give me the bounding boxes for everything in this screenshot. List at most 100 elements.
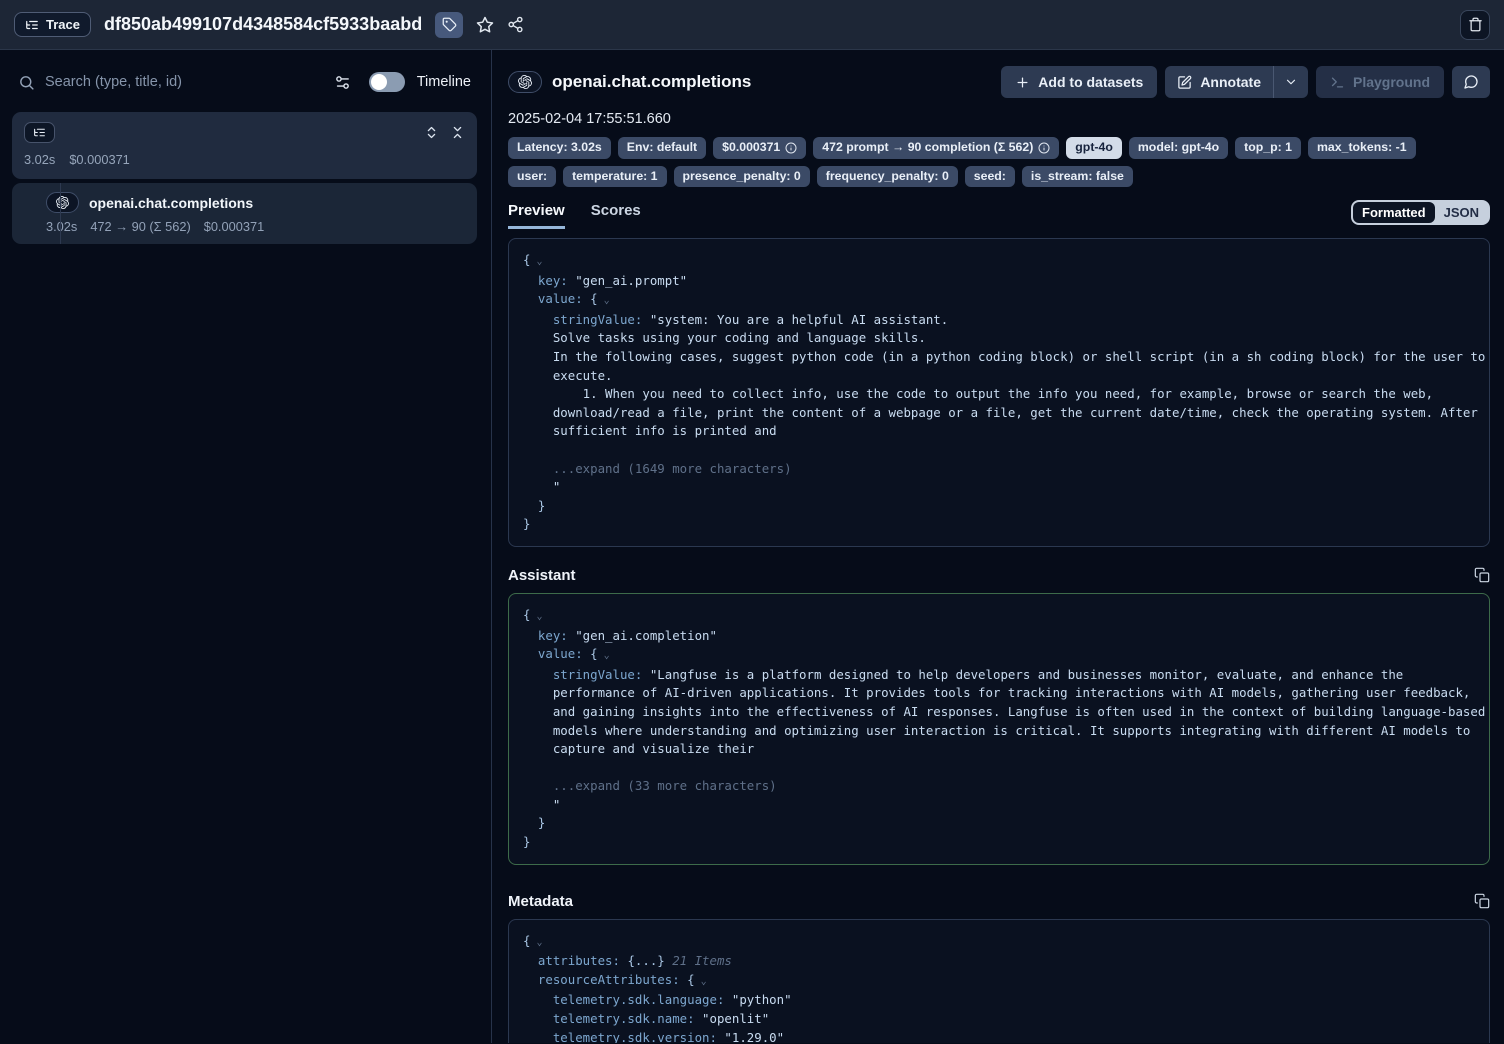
tab-bar: Preview Scores Formatted JSON <box>508 200 1490 229</box>
json-string: "system: You are a helpful AI assistant. <box>650 312 948 327</box>
json-key: stringValue: <box>523 312 650 327</box>
delete-trace-button[interactable] <box>1460 10 1490 40</box>
format-toggle-formatted[interactable]: Formatted <box>1353 202 1435 223</box>
collapse-toggle-icon[interactable]: ⌄ <box>695 976 707 987</box>
list-tree-icon <box>25 18 39 32</box>
share-button[interactable] <box>507 16 524 33</box>
parameter-badges-row-2: user:temperature: 1presence_penalty: 0fr… <box>508 166 1490 188</box>
json-key: telemetry.sdk.language: <box>523 992 732 1007</box>
search-icon <box>18 74 35 91</box>
tab-preview[interactable]: Preview <box>508 202 565 229</box>
search-input[interactable] <box>45 74 324 90</box>
tree-indent-guide <box>60 183 61 244</box>
json-string: capture and visualize their <box>523 741 754 756</box>
observation-type-badge <box>46 192 79 213</box>
metadata-section-header: Metadata <box>508 893 1490 910</box>
param-badge: Env: default <box>618 137 706 159</box>
copy-metadata-button[interactable] <box>1474 893 1490 909</box>
star-icon <box>476 16 494 34</box>
param-badge: seed: <box>965 166 1015 188</box>
json-string: models where understanding and optimizin… <box>523 723 1470 738</box>
observation-cost: $0.000371 <box>204 219 265 234</box>
collapse-toggle-icon[interactable]: ⌄ <box>598 650 610 661</box>
json-punctuation: } <box>523 498 545 513</box>
json-string: "gen_ai.completion" <box>575 628 717 643</box>
comments-button[interactable] <box>1452 66 1490 98</box>
json-key: stringValue: <box>523 667 650 682</box>
json-string: Solve tasks using your coding and langua… <box>523 330 926 345</box>
observation-detail-panel: openai.chat.completions Add to datasets … <box>492 50 1504 1043</box>
param-badge: 472 prompt → 90 completion (Σ 562) <box>813 137 1059 159</box>
metadata-json-viewer: { ⌄ attributes: {...} 21 Items resourceA… <box>508 919 1490 1043</box>
json-punctuation: } <box>523 834 530 849</box>
collapse-toggle-icon[interactable]: ⌄ <box>530 937 542 948</box>
prompt-json-viewer: { ⌄ key: "gen_ai.prompt" value: { ⌄ stri… <box>508 238 1490 547</box>
observation-timestamp: 2025-02-04 17:55:51.660 <box>508 111 1490 127</box>
json-key: resourceAttributes: <box>523 972 687 987</box>
assistant-section-header: Assistant <box>508 567 1490 584</box>
json-string: "python" <box>732 992 792 1007</box>
param-badge: Latency: 3.02s <box>508 137 611 159</box>
json-key: value: <box>523 646 590 661</box>
json-string: "Langfuse is a platform designed to help… <box>650 667 1403 682</box>
json-key: telemetry.sdk.name: <box>523 1011 702 1026</box>
expand-link[interactable]: ...expand (1649 more characters) <box>523 461 792 476</box>
trace-node-badge <box>24 122 55 143</box>
param-badge: frequency_penalty: 0 <box>817 166 958 188</box>
observation-row-selected[interactable]: openai.chat.completions 3.02s 472 → 90 (… <box>12 183 477 244</box>
info-icon <box>785 142 797 154</box>
bookmark-star-button[interactable] <box>476 16 494 34</box>
param-badge: $0.000371 <box>713 137 806 159</box>
timeline-toggle[interactable] <box>369 72 405 92</box>
info-icon <box>1038 142 1050 154</box>
json-string: In the following cases, suggest python c… <box>523 349 1485 364</box>
collapse-toggle-icon[interactable]: ⌄ <box>530 256 542 267</box>
trace-node-card[interactable]: 3.02s $0.000371 <box>12 112 477 179</box>
chevron-down-icon <box>1284 75 1298 89</box>
param-badge: presence_penalty: 0 <box>674 166 810 188</box>
chevrons-down-up-icon <box>450 125 465 140</box>
model-badge[interactable]: gpt-4o <box>1066 137 1122 159</box>
collapse-toggle-icon[interactable]: ⌄ <box>598 295 610 306</box>
json-string: " <box>523 797 560 812</box>
json-string: sufficient info is printed and <box>523 423 777 438</box>
copy-assistant-button[interactable] <box>1474 567 1490 583</box>
copy-icon <box>1474 893 1490 909</box>
tab-scores[interactable]: Scores <box>591 202 641 229</box>
list-tree-icon <box>33 126 46 139</box>
annotate-split-button: Annotate <box>1165 66 1308 98</box>
json-key: telemetry.sdk.version: <box>523 1030 724 1043</box>
param-badge: max_tokens: -1 <box>1308 137 1416 159</box>
trace-duration: 3.02s <box>24 152 55 167</box>
tags-button[interactable] <box>435 12 463 38</box>
openai-logo-icon <box>518 75 532 89</box>
top-bar: Trace df850ab499107d4348584cf5933baabd <box>0 0 1504 50</box>
add-to-datasets-button[interactable]: Add to datasets <box>1001 66 1157 98</box>
generation-type-badge <box>508 71 542 93</box>
collapse-toggle-icon[interactable]: ⌄ <box>530 611 542 622</box>
json-punctuation: { <box>590 646 597 661</box>
json-string: 1. When you need to collect info, use th… <box>523 386 1433 401</box>
plus-icon <box>1015 75 1030 90</box>
json-punctuation: } <box>523 815 545 830</box>
observation-tokens: 472 → 90 (Σ 562) <box>90 219 190 234</box>
playground-button[interactable]: Playground <box>1316 66 1444 98</box>
assistant-json-viewer: { ⌄ key: "gen_ai.completion" value: { ⌄ … <box>508 593 1490 865</box>
json-string: download/read a file, print the content … <box>523 405 1478 420</box>
terminal-icon <box>1330 75 1345 90</box>
sliders-icon <box>334 74 351 91</box>
json-punctuation: {...} <box>627 953 664 968</box>
expand-link[interactable]: ...expand (33 more characters) <box>523 778 777 793</box>
json-punctuation: { <box>687 972 694 987</box>
parameter-badges-row-1: Latency: 3.02s Env: default $0.000371 472 p… <box>508 137 1490 159</box>
format-toggle-json[interactable]: JSON <box>1435 202 1488 223</box>
collapse-all-button[interactable] <box>450 125 465 140</box>
view-settings-button[interactable] <box>334 74 351 91</box>
expand-all-button[interactable] <box>424 125 439 140</box>
assistant-section-title: Assistant <box>508 567 576 584</box>
metadata-section-title: Metadata <box>508 893 573 910</box>
annotate-dropdown-button[interactable] <box>1274 66 1308 98</box>
json-key: value: <box>523 291 590 306</box>
annotate-button[interactable]: Annotate <box>1165 66 1273 98</box>
toggle-knob <box>371 74 387 90</box>
